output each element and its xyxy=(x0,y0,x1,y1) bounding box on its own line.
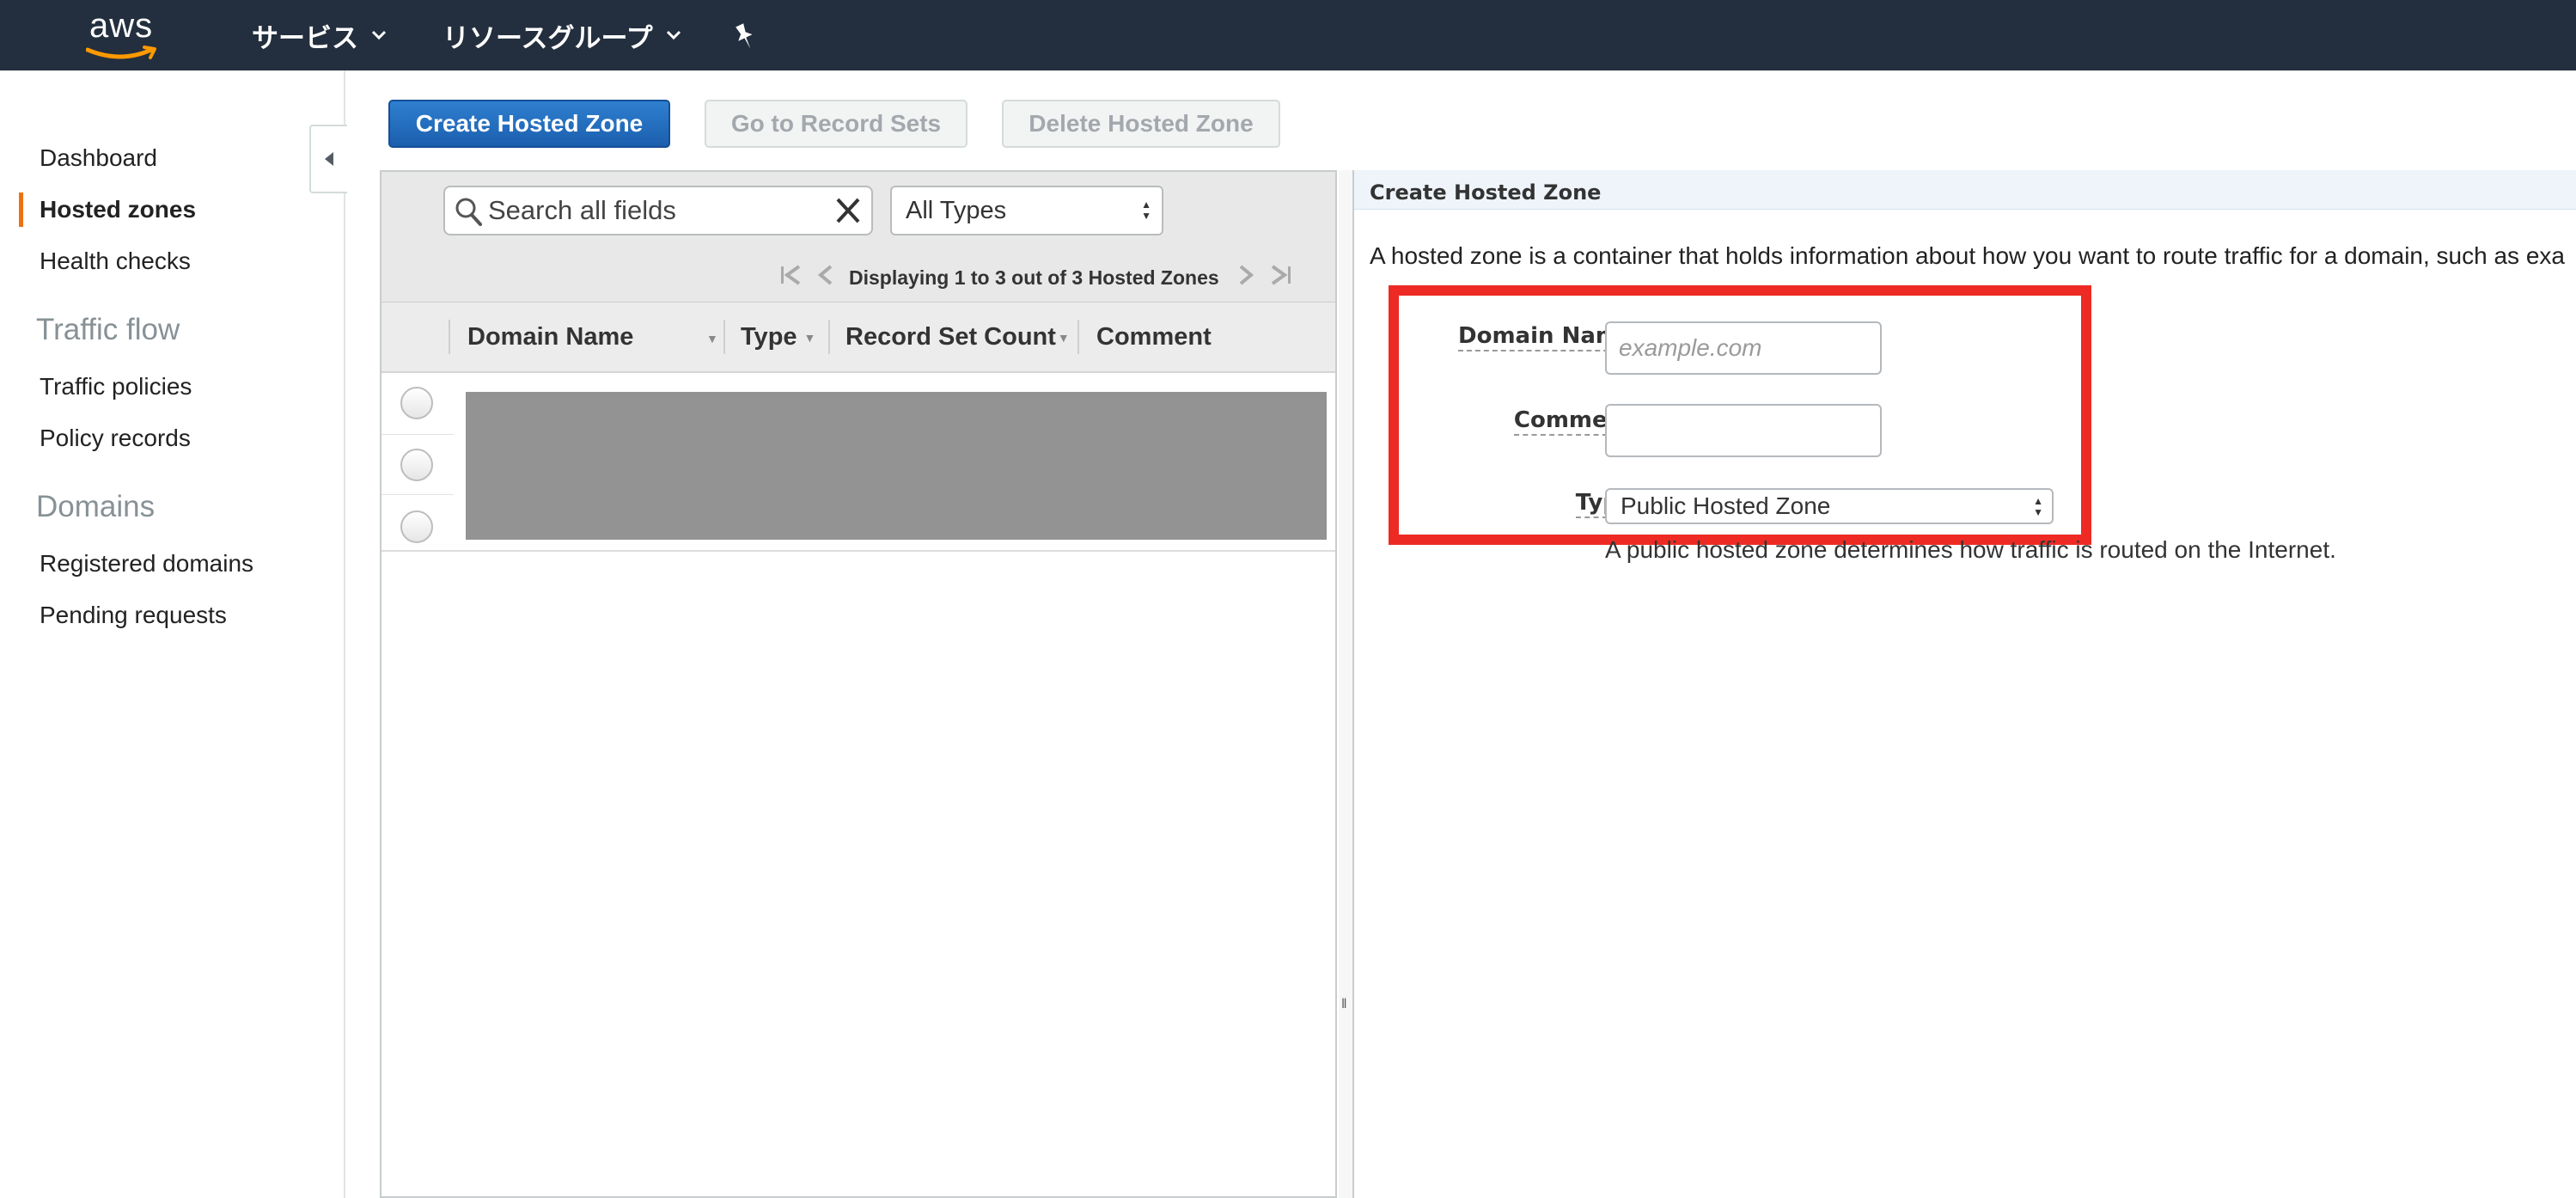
search-icon xyxy=(455,198,482,226)
sidebar-item-health-checks[interactable]: Health checks xyxy=(40,248,191,275)
type-hint-text: A public hosted zone determines how traf… xyxy=(1605,536,2336,563)
sort-caret-icon: ▼ xyxy=(1057,330,1070,345)
sidebar-item-registered-domains[interactable]: Registered domains xyxy=(40,550,253,578)
row-select-radio[interactable] xyxy=(400,449,433,481)
create-hosted-zone-panel: Create Hosted Zone A hosted zone is a co… xyxy=(1352,170,2576,1198)
type-filter-select[interactable]: All Types ▲ ▼ xyxy=(890,186,1163,235)
table-body xyxy=(382,375,1335,552)
pagination: Displaying 1 to 3 out of 3 Hosted Zones xyxy=(773,263,1298,292)
select-updown-icon: ▲ ▼ xyxy=(1141,199,1151,222)
last-page-icon[interactable] xyxy=(1264,263,1298,293)
top-navigation-bar: aws サービス リソースグループ xyxy=(0,0,2576,70)
column-header-label: Comment xyxy=(1096,323,1212,351)
column-header-label: Domain Name xyxy=(467,323,634,351)
pin-icon[interactable] xyxy=(732,19,758,55)
aws-logo[interactable]: aws xyxy=(82,7,168,64)
resource-groups-menu[interactable]: リソースグループ xyxy=(443,17,682,54)
next-page-icon[interactable] xyxy=(1230,263,1264,293)
go-to-record-sets-button[interactable]: Go to Record Sets xyxy=(705,100,968,148)
row-select-radio[interactable] xyxy=(400,510,433,543)
sidebar-heading-domains: Domains xyxy=(36,490,156,523)
panel-title: Create Hosted Zone xyxy=(1354,170,2576,210)
panel-description: A hosted zone is a container that holds … xyxy=(1370,242,2565,269)
type-select[interactable]: Public Hosted Zone ▲ ▼ xyxy=(1605,488,2054,524)
chevron-down-icon xyxy=(665,25,682,46)
delete-hosted-zone-button[interactable]: Delete Hosted Zone xyxy=(1002,100,1280,148)
sort-caret-icon[interactable]: ▼ xyxy=(706,332,718,345)
aws-logo-text: aws xyxy=(89,7,154,45)
column-header-domain-name[interactable]: Domain Name xyxy=(467,323,725,351)
column-header-comment[interactable]: Comment xyxy=(1096,323,1212,351)
sidebar-collapse-button[interactable] xyxy=(309,125,347,193)
panel-splitter[interactable]: ‖ xyxy=(1339,170,1352,1198)
table-row[interactable] xyxy=(382,375,454,435)
clear-search-icon[interactable] xyxy=(833,194,863,227)
sidebar-item-policy-records[interactable]: Policy records xyxy=(40,425,191,452)
previous-page-icon[interactable] xyxy=(808,263,842,293)
column-separator xyxy=(828,320,830,354)
column-header-type[interactable]: Type ▼ xyxy=(741,323,815,351)
type-select-value: Public Hosted Zone xyxy=(1621,492,1831,519)
resource-groups-menu-label: リソースグループ xyxy=(443,22,653,54)
services-menu-label: サービス xyxy=(252,22,358,54)
sort-caret-icon: ▼ xyxy=(803,330,816,345)
sidebar-item-dashboard[interactable]: Dashboard xyxy=(40,144,157,172)
table-row[interactable] xyxy=(382,435,454,495)
first-page-icon[interactable] xyxy=(773,263,808,293)
table-header: Domain Name ▼ Type ▼ Record Set Count ▼ … xyxy=(382,303,1335,373)
list-toolbar: All Types ▲▼ Displaying 1 to 3 out of 3 … xyxy=(382,172,1335,303)
search-box[interactable] xyxy=(443,186,873,235)
sidebar-heading-traffic-flow: Traffic flow xyxy=(36,313,180,346)
row-select-radio[interactable] xyxy=(400,387,433,419)
comment-input[interactable] xyxy=(1605,404,1882,457)
active-indicator xyxy=(19,193,23,227)
table-row[interactable] xyxy=(382,495,454,555)
sidebar: Dashboard Hosted zones Health checks Tra… xyxy=(0,70,345,1198)
sidebar-item-pending-requests[interactable]: Pending requests xyxy=(40,602,227,629)
aws-smile-icon xyxy=(86,46,156,59)
domain-name-input[interactable] xyxy=(1605,321,1882,375)
search-input[interactable] xyxy=(486,193,830,228)
hosted-zones-list-panel: All Types ▲▼ Displaying 1 to 3 out of 3 … xyxy=(380,170,1337,1198)
pagination-text: Displaying 1 to 3 out of 3 Hosted Zones xyxy=(849,266,1219,289)
column-header-label: Record Set Count xyxy=(845,323,1056,351)
caret-left-icon xyxy=(325,152,333,166)
column-separator xyxy=(1077,320,1079,354)
column-header-record-set-count[interactable]: Record Set Count ▼ xyxy=(845,323,1070,351)
splitter-grip-icon: ‖ xyxy=(1341,997,1347,1012)
sidebar-item-hosted-zones[interactable]: Hosted zones xyxy=(40,196,196,223)
column-separator xyxy=(449,320,450,354)
type-filter-value: All Types xyxy=(906,196,1007,224)
sidebar-item-traffic-policies[interactable]: Traffic policies xyxy=(40,373,192,400)
chevron-down-icon xyxy=(370,25,388,46)
column-separator xyxy=(723,320,725,354)
create-hosted-zone-button[interactable]: Create Hosted Zone xyxy=(388,100,670,148)
redacted-rows-block xyxy=(466,392,1327,540)
column-header-label: Type xyxy=(741,323,797,351)
services-menu[interactable]: サービス xyxy=(252,17,388,54)
select-updown-icon: ▲ ▼ xyxy=(2033,495,2043,518)
